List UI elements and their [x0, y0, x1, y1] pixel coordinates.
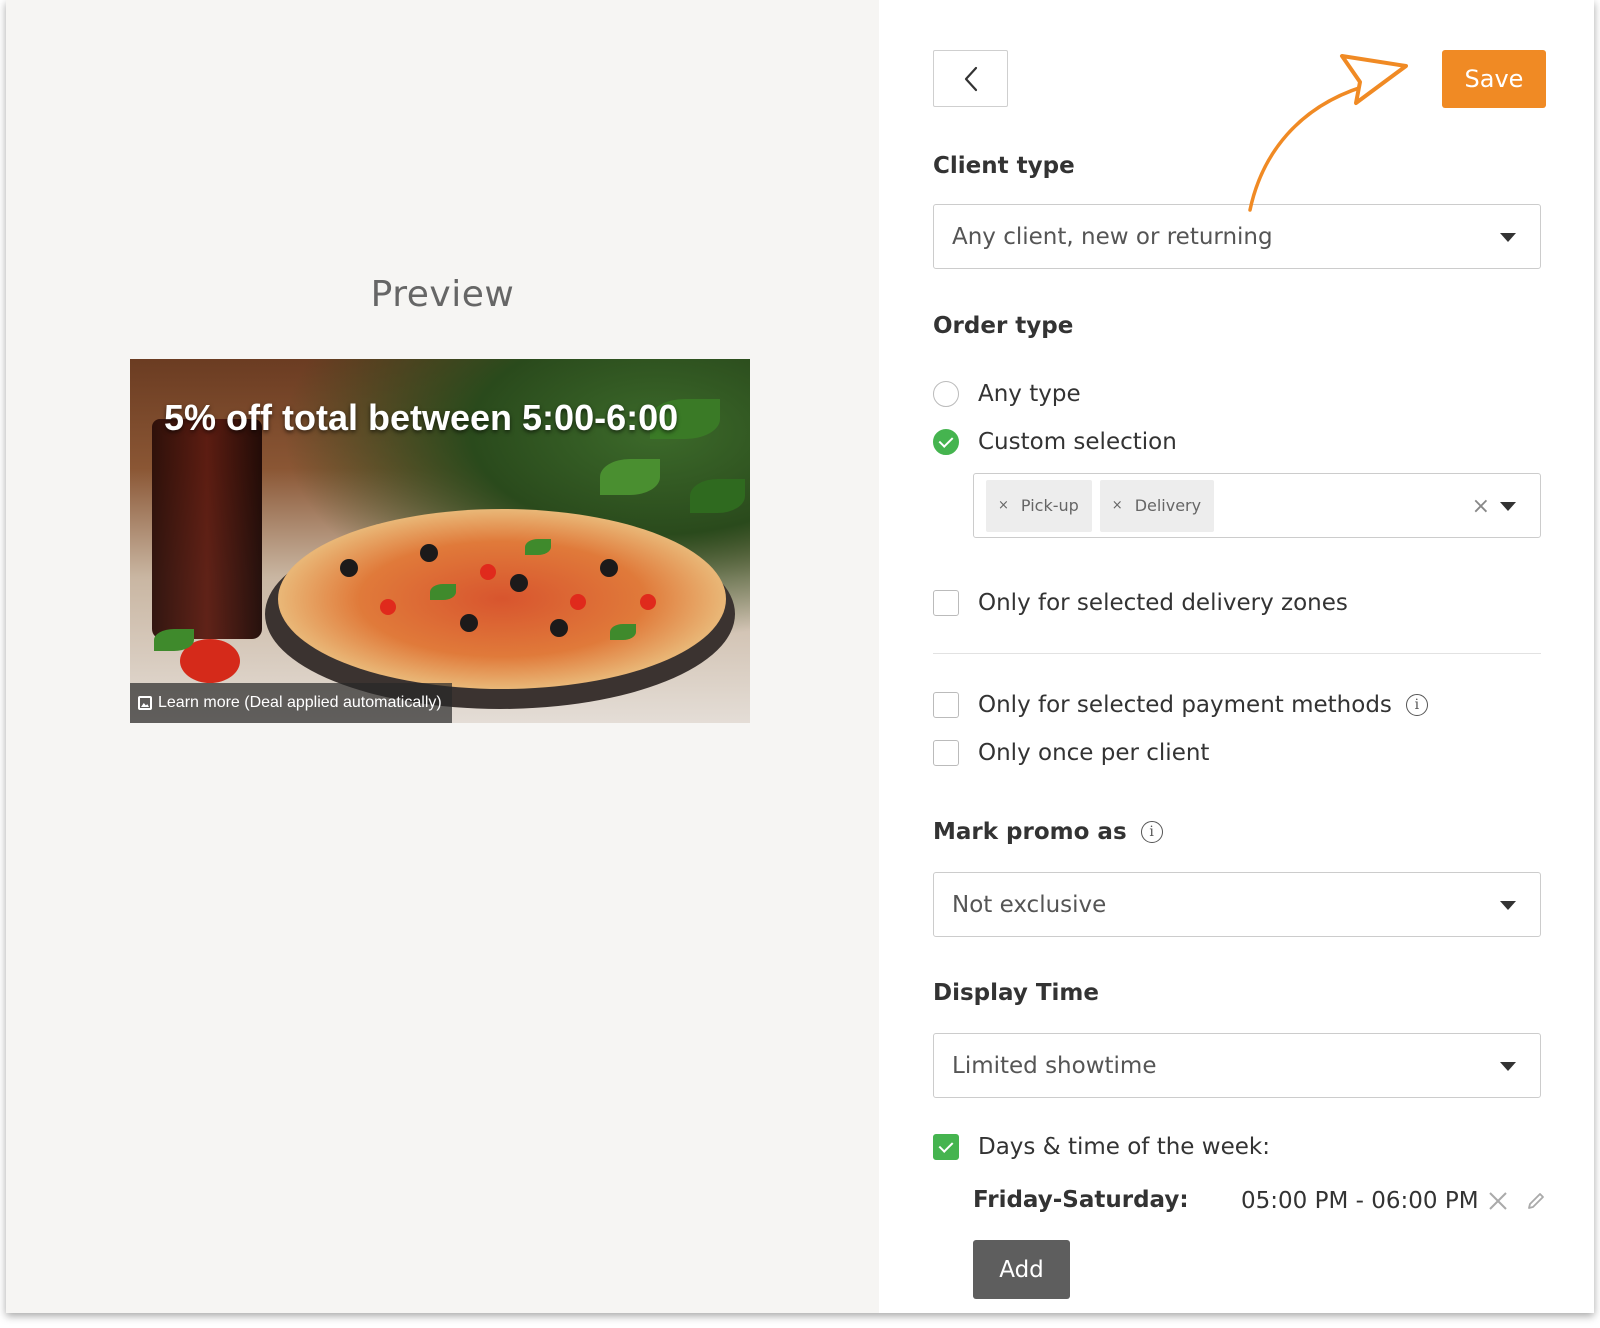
chevron-down-icon	[1500, 900, 1516, 910]
deal-learn-more-link[interactable]: Learn more (Deal applied automatically)	[130, 683, 452, 723]
once-per-client-checkbox[interactable]	[933, 740, 959, 766]
display-time-label: Display Time	[933, 980, 1099, 1006]
olive-topping	[600, 559, 618, 577]
basil-leaf	[430, 584, 456, 600]
chevron-down-icon	[1500, 232, 1516, 242]
olive-topping	[340, 559, 358, 577]
drink-glass-image	[152, 419, 262, 639]
order-type-custom-option[interactable]: Custom selection	[933, 429, 1177, 455]
mark-promo-label-row: Mark promo as i	[933, 819, 1163, 845]
payment-methods-option[interactable]: Only for selected payment methods i	[933, 692, 1428, 718]
preview-title: Preview	[370, 274, 515, 315]
display-time-value: Limited showtime	[952, 1052, 1157, 1079]
option-label: Only for selected payment methods	[978, 692, 1392, 718]
olive-topping	[420, 544, 438, 562]
tomato-topping	[640, 594, 656, 610]
tag-label: Delivery	[1134, 496, 1202, 515]
olive-topping	[510, 574, 528, 592]
display-time-select[interactable]: Limited showtime	[933, 1033, 1541, 1098]
schedule-days: Friday-Saturday:	[973, 1187, 1189, 1213]
divider	[933, 653, 1541, 654]
delete-schedule-icon[interactable]	[1487, 1190, 1509, 1212]
delivery-zones-checkbox[interactable]	[933, 590, 959, 616]
payment-methods-checkbox[interactable]	[933, 692, 959, 718]
radio-custom-selection[interactable]	[933, 429, 959, 455]
pizza-image	[278, 509, 726, 689]
deal-title: 5% off total between 5:00-6:00	[164, 397, 679, 438]
remove-tag-icon[interactable]: ×	[998, 498, 1009, 513]
preview-pane: Preview 5% off total between 5:00-6:00 L…	[6, 0, 879, 1313]
tomato-topping	[570, 594, 586, 610]
basil-leaf	[525, 539, 551, 555]
clear-icon[interactable]: ×	[1472, 494, 1490, 519]
tomato-topping	[480, 564, 496, 580]
option-label: Any type	[978, 381, 1081, 407]
schedule-time: 05:00 PM - 06:00 PM	[1241, 1188, 1479, 1214]
annotation-arrow-icon	[1248, 54, 1408, 212]
save-button[interactable]: Save	[1442, 50, 1546, 108]
app-frame: Preview 5% off total between 5:00-6:00 L…	[6, 0, 1594, 1313]
add-schedule-button[interactable]: Add	[973, 1240, 1070, 1299]
chevron-down-icon	[1500, 501, 1516, 511]
chevron-down-icon	[1500, 1061, 1516, 1071]
days-time-option[interactable]: Days & time of the week:	[933, 1134, 1270, 1160]
option-label: Only for selected delivery zones	[978, 590, 1348, 616]
info-icon[interactable]: i	[1140, 821, 1163, 843]
tag-delivery: × Delivery	[1099, 479, 1215, 532]
mark-promo-label: Mark promo as	[933, 819, 1127, 845]
chevron-left-icon	[964, 66, 977, 91]
option-label: Days & time of the week:	[978, 1134, 1270, 1160]
pencil-icon[interactable]	[1525, 1190, 1547, 1212]
tag-pick-up: × Pick-up	[986, 479, 1092, 532]
order-type-multiselect[interactable]: × Pick-up × Delivery ×	[973, 473, 1541, 538]
order-type-label: Order type	[933, 313, 1074, 339]
deal-preview-card: 5% off total between 5:00-6:00 Learn mor…	[130, 359, 750, 723]
olive-topping	[550, 619, 568, 637]
client-type-label: Client type	[933, 153, 1075, 179]
days-time-checkbox[interactable]	[933, 1134, 959, 1160]
image-icon	[138, 696, 152, 710]
info-icon[interactable]: i	[1405, 694, 1428, 716]
once-per-client-option[interactable]: Only once per client	[933, 740, 1209, 766]
basil-leaf	[690, 479, 745, 513]
basil-leaf	[610, 624, 636, 640]
client-type-value: Any client, new or returning	[952, 223, 1273, 250]
basil-leaf	[600, 459, 660, 495]
back-button[interactable]	[933, 50, 1008, 107]
mark-promo-select[interactable]: Not exclusive	[933, 872, 1541, 937]
remove-tag-icon[interactable]: ×	[1112, 498, 1123, 513]
check-icon	[938, 1138, 954, 1153]
check-icon	[938, 433, 954, 448]
order-type-any-option[interactable]: Any type	[933, 381, 1081, 407]
tag-label: Pick-up	[1020, 496, 1079, 515]
mark-promo-value: Not exclusive	[952, 891, 1107, 918]
option-label: Custom selection	[978, 429, 1177, 455]
delivery-zones-option[interactable]: Only for selected delivery zones	[933, 590, 1348, 616]
olive-topping	[460, 614, 478, 632]
option-label: Only once per client	[978, 740, 1210, 766]
tomato-topping	[380, 599, 396, 615]
deal-footer-text: Learn more (Deal applied automatically)	[158, 694, 442, 711]
basil-leaf	[154, 629, 194, 651]
radio-any-type[interactable]	[933, 381, 959, 407]
